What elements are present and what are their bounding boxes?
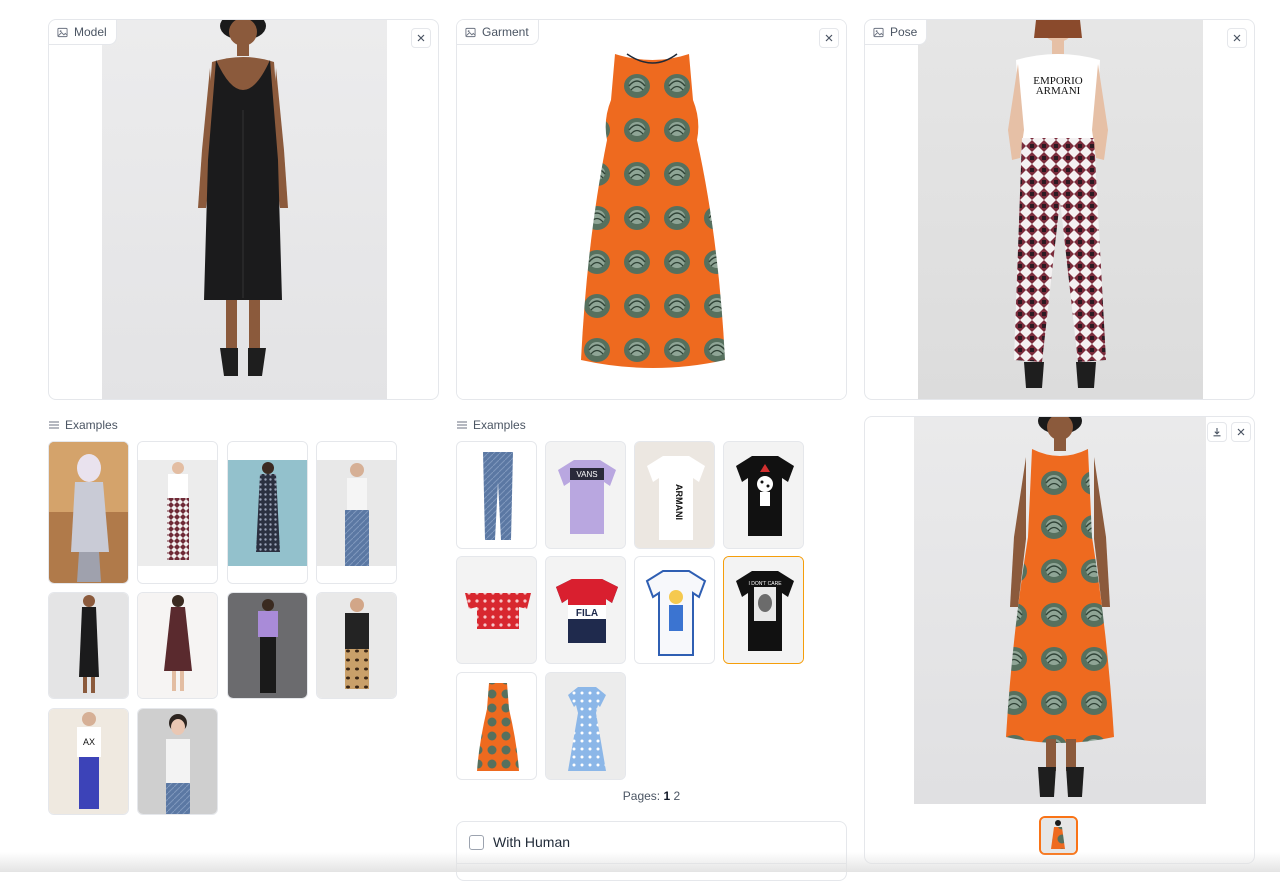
garment-clear-button[interactable] [819, 28, 839, 48]
garment-label-chip: Garment [457, 20, 539, 45]
garment-example-6[interactable]: FILA [545, 556, 626, 664]
garment-examples-label: Examples [473, 418, 526, 432]
close-icon [1233, 34, 1241, 42]
download-icon [1213, 428, 1221, 437]
model-example-4[interactable] [316, 441, 397, 584]
page-1-button[interactable]: 1 [663, 789, 670, 803]
pose-photo: EMPORIO ARMANI [918, 20, 1203, 399]
result-figure-illustration [1006, 417, 1114, 797]
with-human-option: With Human [456, 821, 847, 881]
pose-clear-button[interactable] [1227, 28, 1247, 48]
model-example-9[interactable]: AX [48, 708, 129, 815]
model-clear-button[interactable] [411, 28, 431, 48]
garment-photo [457, 20, 846, 399]
model-example-1[interactable] [48, 441, 129, 584]
close-icon [417, 34, 425, 42]
list-icon [457, 421, 467, 429]
result-clear-button[interactable] [1231, 422, 1251, 442]
garment-example-8[interactable]: I DON'T CARE [723, 556, 804, 664]
graphic-text: I DON'T CARE [748, 581, 782, 587]
garment-label: Garment [482, 25, 529, 39]
result-photo [914, 417, 1206, 804]
download-button[interactable] [1207, 422, 1227, 442]
model-figure-illustration [198, 20, 288, 376]
garment-example-3[interactable]: ARMANI [634, 441, 715, 549]
garment-examples-header: Examples [457, 418, 526, 432]
svg-text:AX: AX [83, 737, 95, 747]
garment-example-2[interactable]: VANS [545, 441, 626, 549]
model-example-7[interactable] [227, 592, 308, 699]
result-gallery [864, 416, 1255, 864]
with-human-label[interactable]: With Human [493, 834, 570, 850]
bottom-edge-shade [0, 852, 1280, 872]
cabbage-dress-illustration [581, 53, 725, 368]
model-example-6[interactable] [137, 592, 218, 699]
result-thumbnail[interactable] [1039, 816, 1078, 855]
model-label-chip: Model [49, 20, 117, 45]
vans-text: VANS [576, 470, 597, 479]
model-example-2[interactable] [137, 441, 218, 584]
pose-label: Pose [890, 25, 918, 39]
model-example-10[interactable] [137, 708, 218, 815]
garment-example-1[interactable] [456, 441, 537, 549]
pose-label-chip: Pose [865, 20, 928, 45]
image-icon [873, 27, 884, 37]
pose-tee-text-2: ARMANI [1036, 85, 1081, 97]
garment-example-7[interactable] [634, 556, 715, 664]
garment-image-input[interactable]: Garment [456, 19, 847, 400]
garment-example-10[interactable] [545, 672, 626, 780]
model-examples-header: Examples [49, 418, 118, 432]
list-icon [49, 421, 59, 429]
page-2-button[interactable]: 2 [674, 789, 681, 803]
model-image-input[interactable]: Model [48, 19, 439, 400]
pages-label: Pages: [622, 789, 661, 803]
model-example-3[interactable] [227, 441, 308, 584]
image-icon [57, 27, 68, 37]
garment-example-9[interactable] [456, 672, 537, 780]
model-example-5[interactable] [48, 592, 129, 699]
with-human-checkbox[interactable] [469, 835, 484, 850]
garment-examples-pagination: Pages: 1 2 [456, 789, 847, 803]
fila-text: FILA [576, 608, 598, 619]
image-icon [465, 27, 476, 37]
pose-figure-illustration: EMPORIO ARMANI [1008, 20, 1108, 388]
close-icon [825, 34, 833, 42]
model-label: Model [74, 25, 107, 39]
garment-example-4[interactable] [723, 441, 804, 549]
model-example-8[interactable] [316, 592, 397, 699]
pose-image-input[interactable]: Pose EMPORIO ARMANI [864, 19, 1255, 400]
armani-text: ARMANI [674, 484, 684, 520]
model-examples-label: Examples [65, 418, 118, 432]
close-icon [1237, 428, 1245, 436]
garment-example-5[interactable] [456, 556, 537, 664]
model-photo [102, 20, 387, 399]
